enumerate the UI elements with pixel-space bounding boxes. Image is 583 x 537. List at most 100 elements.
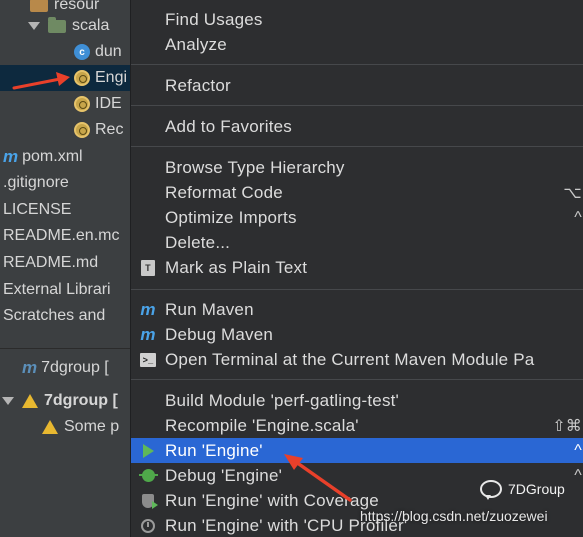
- menu-item-label: Browse Type Hierarchy: [165, 157, 345, 177]
- watermark-brand-text: 7DGroup: [508, 481, 565, 497]
- build-tree-item-some[interactable]: Some p: [0, 414, 140, 440]
- tree-item-label: dun: [95, 43, 122, 60]
- scala-object-icon: [74, 96, 90, 112]
- menu-item-add-to-favorites[interactable]: Add to Favorites: [131, 114, 583, 139]
- tree-item-readme[interactable]: README.md: [0, 250, 140, 276]
- folder-icon: [30, 0, 48, 12]
- warning-icon: [42, 420, 58, 434]
- menu-item-build-module[interactable]: Build Module 'perf-gatling-test': [131, 388, 583, 413]
- menu-item-refactor[interactable]: Refactor: [131, 73, 583, 98]
- warning-icon: [22, 394, 38, 408]
- terminal-icon: >_: [139, 351, 157, 369]
- tree-item-label: pom.xml: [22, 148, 83, 165]
- profiler-icon: [139, 517, 157, 535]
- tree-item-ide[interactable]: IDE: [0, 91, 140, 117]
- menu-item-shortcut: ^: [574, 441, 582, 459]
- tree-item-pom[interactable]: m pom.xml: [0, 144, 140, 170]
- tree-item-label: Engi: [95, 69, 128, 86]
- menu-item-label: Debug 'Engine': [165, 465, 283, 485]
- expand-arrow-icon[interactable]: [28, 22, 40, 30]
- debug-icon: [138, 467, 158, 485]
- menu-item-label: Analyze: [165, 34, 227, 54]
- build-tree-item-warning[interactable]: 7dgroup [: [0, 388, 140, 414]
- menu-separator: [131, 146, 583, 147]
- menu-item-label: Delete...: [165, 232, 231, 252]
- tree-item-engine[interactable]: Engi: [0, 65, 140, 91]
- run-icon: [139, 442, 157, 460]
- menu-item-label: Add to Favorites: [165, 116, 292, 136]
- menu-item-open-terminal[interactable]: >_ Open Terminal at the Current Maven Mo…: [131, 347, 583, 372]
- tree-item-license[interactable]: LICENSE: [0, 197, 140, 223]
- coverage-icon: [139, 492, 158, 510]
- expand-arrow-icon[interactable]: [2, 397, 14, 405]
- menu-separator: [131, 289, 583, 290]
- menu-item-reformat-code[interactable]: Reformat Code ⌥: [131, 180, 583, 205]
- tree-item-label: scala: [72, 17, 110, 34]
- tree-item-dun[interactable]: c dun: [0, 39, 140, 65]
- watermark-url: https://blog.csdn.net/zuozewei: [360, 508, 548, 524]
- tree-item-gitignore[interactable]: .gitignore: [0, 170, 140, 196]
- menu-item-mark-as-plain-text[interactable]: T Mark as Plain Text: [131, 255, 583, 280]
- menu-item-run-maven[interactable]: m Run Maven: [131, 297, 583, 322]
- class-icon: c: [74, 44, 90, 60]
- menu-separator: [131, 105, 583, 106]
- tree-item-label: LICENSE: [3, 201, 72, 218]
- panel-divider: [0, 348, 140, 349]
- menu-item-label: Run 'Engine': [165, 440, 263, 460]
- tree-item-external-libraries[interactable]: External Librari: [0, 277, 140, 303]
- tree-item-label: Rec: [95, 121, 124, 138]
- menu-item-run-engine[interactable]: Run 'Engine' ^: [131, 438, 583, 463]
- menu-item-label: Reformat Code: [165, 182, 283, 202]
- menu-item-shortcut: ^: [574, 208, 582, 226]
- menu-item-label: Build Module 'perf-gatling-test': [165, 390, 400, 410]
- menu-separator: [131, 64, 583, 65]
- maven-debug-icon: m: [140, 324, 156, 344]
- watermark-brand: 7DGroup: [480, 480, 565, 500]
- scala-object-icon: [74, 70, 90, 86]
- menu-separator: [131, 379, 583, 380]
- menu-item-recompile[interactable]: Recompile 'Engine.scala' ⇧⌘: [131, 413, 583, 438]
- scala-object-icon: [74, 122, 90, 138]
- menu-item-label: Refactor: [165, 75, 231, 95]
- menu-item-label: Recompile 'Engine.scala': [165, 415, 359, 435]
- plain-text-icon: T: [139, 259, 157, 277]
- tree-item-readme-en[interactable]: README.en.mc: [0, 223, 140, 249]
- menu-item-shortcut: ⌥: [563, 184, 582, 202]
- maven-run-icon: m: [140, 299, 156, 319]
- menu-item-optimize-imports[interactable]: Optimize Imports ^: [131, 205, 583, 230]
- menu-item-label: Debug Maven: [165, 324, 274, 344]
- build-tree-label: 7dgroup [: [41, 359, 109, 376]
- tree-item-label: Scratches and: [3, 307, 106, 324]
- tree-item-rec[interactable]: Rec: [0, 117, 140, 143]
- menu-item-shortcut: ⇧⌘: [552, 417, 582, 435]
- maven-icon: m: [22, 358, 38, 377]
- menu-item-label: Optimize Imports: [165, 207, 297, 227]
- menu-item-browse-type-hierarchy[interactable]: Browse Type Hierarchy: [131, 155, 583, 180]
- menu-item-label: Run 'Engine' with Coverage: [165, 490, 379, 510]
- menu-item-label: Mark as Plain Text: [165, 257, 308, 277]
- tree-item-scratches[interactable]: Scratches and: [0, 303, 140, 329]
- menu-item-find-usages[interactable]: Find Usages: [131, 7, 583, 32]
- menu-item-debug-maven[interactable]: m Debug Maven: [131, 322, 583, 347]
- tree-item-scala[interactable]: scala: [0, 13, 140, 39]
- tree-item-label: README.en.mc: [3, 227, 120, 244]
- build-tree-label: 7dgroup [: [44, 392, 118, 409]
- project-tree-panel: resour scala c dun Engi IDE Rec m pom.xm…: [0, 0, 140, 537]
- chat-bubble-icon: [480, 480, 502, 500]
- maven-icon: m: [3, 147, 19, 166]
- menu-item-delete[interactable]: Delete...: [131, 230, 583, 255]
- menu-item-analyze[interactable]: Analyze: [131, 32, 583, 57]
- menu-item-label: Find Usages: [165, 9, 263, 29]
- context-menu: Find Usages Analyze Refactor Add to Favo…: [130, 0, 583, 537]
- menu-item-label: Open Terminal at the Current Maven Modul…: [165, 349, 535, 369]
- tree-item-label: IDE: [95, 95, 122, 112]
- tree-item-label: resour: [54, 0, 100, 13]
- build-tree-root[interactable]: m 7dgroup [: [0, 355, 140, 381]
- folder-icon: [48, 16, 66, 33]
- build-tree-label: Some p: [64, 418, 120, 435]
- menu-item-label: Run Maven: [165, 299, 254, 319]
- menu-item-shortcut: ^: [574, 466, 582, 484]
- tree-item-label: README.md: [3, 254, 99, 271]
- tree-item-label: External Librari: [3, 281, 111, 298]
- tree-item-label: .gitignore: [3, 174, 69, 191]
